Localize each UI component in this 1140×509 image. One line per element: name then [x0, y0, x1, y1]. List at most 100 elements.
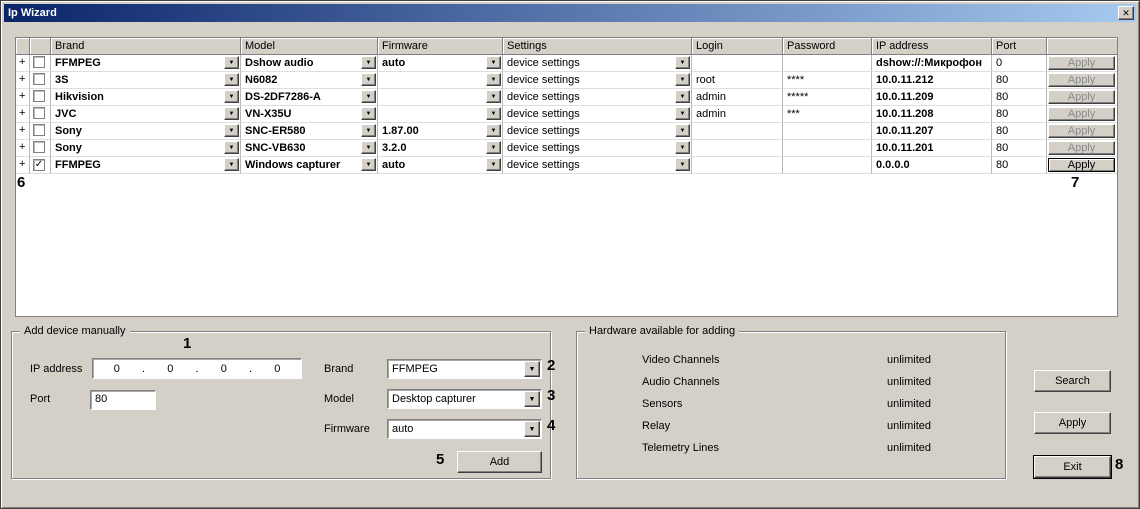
- port-cell[interactable]: 80: [992, 157, 1047, 174]
- port-cell[interactable]: 0: [992, 55, 1047, 72]
- row-checkbox[interactable]: [33, 107, 45, 119]
- login-cell[interactable]: root: [692, 72, 783, 89]
- firmware-cell[interactable]: ▼: [378, 106, 503, 123]
- brand-cell[interactable]: 3S ▼: [51, 72, 241, 89]
- chevron-down-icon[interactable]: ▼: [524, 391, 540, 407]
- model-cell[interactable]: SNC-VB630 ▼: [241, 140, 378, 157]
- ip-address-cell[interactable]: 10.0.11.201: [872, 140, 992, 157]
- settings-cell[interactable]: device settings ▼: [503, 55, 692, 72]
- expand-icon[interactable]: +: [19, 141, 25, 153]
- password-cell[interactable]: ****: [783, 72, 872, 89]
- expand-icon[interactable]: +: [19, 124, 25, 136]
- row-apply-button[interactable]: Apply: [1048, 90, 1115, 104]
- port-input[interactable]: 80: [90, 390, 156, 410]
- login-cell[interactable]: [692, 140, 783, 157]
- chevron-down-icon[interactable]: ▼: [675, 124, 690, 137]
- chevron-down-icon[interactable]: ▼: [675, 56, 690, 69]
- model-cell[interactable]: Dshow audio ▼: [241, 55, 378, 72]
- chevron-down-icon[interactable]: ▼: [675, 73, 690, 86]
- chevron-down-icon[interactable]: ▼: [361, 158, 376, 171]
- apply-button[interactable]: Apply: [1034, 412, 1111, 434]
- chevron-down-icon[interactable]: ▼: [486, 56, 501, 69]
- chevron-down-icon[interactable]: ▼: [224, 56, 239, 69]
- firmware-cell[interactable]: auto ▼: [378, 55, 503, 72]
- port-cell[interactable]: 80: [992, 72, 1047, 89]
- search-button[interactable]: Search: [1034, 370, 1111, 392]
- chevron-down-icon[interactable]: ▼: [224, 73, 239, 86]
- password-cell[interactable]: *****: [783, 89, 872, 106]
- row-apply-button[interactable]: Apply: [1048, 158, 1115, 172]
- model-cell[interactable]: VN-X35U ▼: [241, 106, 378, 123]
- chevron-down-icon[interactable]: ▼: [486, 141, 501, 154]
- chevron-down-icon[interactable]: ▼: [486, 158, 501, 171]
- chevron-down-icon[interactable]: ▼: [224, 107, 239, 120]
- ip-octet-4[interactable]: 0: [254, 363, 302, 375]
- chevron-down-icon[interactable]: ▼: [361, 141, 376, 154]
- settings-cell[interactable]: device settings ▼: [503, 157, 692, 174]
- ip-address-cell[interactable]: 10.0.11.209: [872, 89, 992, 106]
- chevron-down-icon[interactable]: ▼: [524, 421, 540, 437]
- chevron-down-icon[interactable]: ▼: [361, 107, 376, 120]
- ip-address-cell[interactable]: 10.0.11.207: [872, 123, 992, 140]
- chevron-down-icon[interactable]: ▼: [361, 90, 376, 103]
- row-apply-button[interactable]: Apply: [1048, 141, 1115, 155]
- row-checkbox[interactable]: [33, 56, 45, 68]
- expand-icon[interactable]: +: [19, 56, 25, 68]
- row-checkbox[interactable]: [33, 124, 45, 136]
- firmware-select[interactable]: auto ▼: [387, 419, 542, 439]
- chevron-down-icon[interactable]: ▼: [224, 124, 239, 137]
- chevron-down-icon[interactable]: ▼: [675, 90, 690, 103]
- port-cell[interactable]: 80: [992, 140, 1047, 157]
- model-cell[interactable]: Windows capturer ▼: [241, 157, 378, 174]
- firmware-cell[interactable]: ▼: [378, 89, 503, 106]
- ip-octet-3[interactable]: 0: [200, 363, 248, 375]
- chevron-down-icon[interactable]: ▼: [524, 361, 540, 377]
- firmware-cell[interactable]: 3.2.0 ▼: [378, 140, 503, 157]
- chevron-down-icon[interactable]: ▼: [675, 107, 690, 120]
- login-cell[interactable]: [692, 123, 783, 140]
- brand-cell[interactable]: Sony ▼: [51, 140, 241, 157]
- ip-octet-1[interactable]: 0: [93, 363, 141, 375]
- ip-address-cell[interactable]: 0.0.0.0: [872, 157, 992, 174]
- chevron-down-icon[interactable]: ▼: [361, 73, 376, 86]
- password-cell[interactable]: ***: [783, 106, 872, 123]
- expand-icon[interactable]: +: [19, 158, 25, 170]
- row-apply-button[interactable]: Apply: [1048, 73, 1115, 87]
- firmware-cell[interactable]: auto ▼: [378, 157, 503, 174]
- chevron-down-icon[interactable]: ▼: [486, 107, 501, 120]
- model-cell[interactable]: SNC-ER580 ▼: [241, 123, 378, 140]
- exit-button[interactable]: Exit: [1033, 455, 1112, 479]
- model-cell[interactable]: N6082 ▼: [241, 72, 378, 89]
- settings-cell[interactable]: device settings ▼: [503, 123, 692, 140]
- row-checkbox[interactable]: [33, 73, 45, 85]
- ip-octet-2[interactable]: 0: [147, 363, 195, 375]
- chevron-down-icon[interactable]: ▼: [486, 90, 501, 103]
- row-checkbox[interactable]: ✓: [33, 159, 45, 171]
- port-cell[interactable]: 80: [992, 123, 1047, 140]
- chevron-down-icon[interactable]: ▼: [361, 56, 376, 69]
- row-apply-button[interactable]: Apply: [1048, 56, 1115, 70]
- close-button[interactable]: ✕: [1118, 6, 1134, 20]
- brand-cell[interactable]: JVC ▼: [51, 106, 241, 123]
- brand-cell[interactable]: FFMPEG ▼: [51, 55, 241, 72]
- brand-cell[interactable]: Sony ▼: [51, 123, 241, 140]
- settings-cell[interactable]: device settings ▼: [503, 106, 692, 123]
- brand-cell[interactable]: Hikvision ▼: [51, 89, 241, 106]
- firmware-cell[interactable]: 1.87.00 ▼: [378, 123, 503, 140]
- chevron-down-icon[interactable]: ▼: [224, 141, 239, 154]
- chevron-down-icon[interactable]: ▼: [675, 158, 690, 171]
- row-apply-button[interactable]: Apply: [1048, 124, 1115, 138]
- password-cell[interactable]: [783, 140, 872, 157]
- chevron-down-icon[interactable]: ▼: [361, 124, 376, 137]
- settings-cell[interactable]: device settings ▼: [503, 140, 692, 157]
- port-cell[interactable]: 80: [992, 89, 1047, 106]
- password-cell[interactable]: [783, 157, 872, 174]
- expand-icon[interactable]: +: [19, 107, 25, 119]
- model-select[interactable]: Desktop capturer ▼: [387, 389, 542, 409]
- chevron-down-icon[interactable]: ▼: [224, 90, 239, 103]
- password-cell[interactable]: [783, 123, 872, 140]
- model-cell[interactable]: DS-2DF7286-A ▼: [241, 89, 378, 106]
- login-cell[interactable]: [692, 157, 783, 174]
- brand-cell[interactable]: FFMPEG ▼: [51, 157, 241, 174]
- brand-select[interactable]: FFMPEG ▼: [387, 359, 542, 379]
